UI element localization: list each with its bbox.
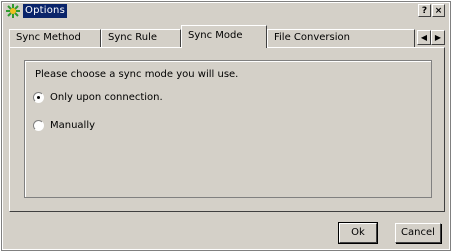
left-arrow-icon[interactable]: ◀ <box>417 30 431 45</box>
tab-label: File Conversion <box>274 32 350 43</box>
tab-label: Sync Mode <box>188 30 243 41</box>
tab-label: Sync Rule <box>108 32 158 43</box>
tab-sync-mode[interactable]: Sync Mode <box>181 25 267 48</box>
radio-manually[interactable]: Manually <box>33 119 95 133</box>
app-icon <box>6 4 20 18</box>
close-button[interactable]: × <box>432 4 445 17</box>
radio-only-upon-connection[interactable]: Only upon connection. <box>33 91 163 105</box>
tab-sync-method[interactable]: Sync Method <box>9 29 101 47</box>
sync-mode-prompt: Please choose a sync mode you will use. <box>35 69 239 80</box>
tab-sync-rule[interactable]: Sync Rule <box>101 29 181 47</box>
ok-button[interactable]: Ok <box>338 222 378 244</box>
radio-label: Manually <box>50 120 96 131</box>
radio-selected-icon[interactable] <box>33 91 44 103</box>
radio-unselected-icon[interactable] <box>33 119 44 131</box>
right-arrow-icon[interactable]: ▶ <box>431 30 445 45</box>
window-title: Options <box>23 4 67 18</box>
tab-label: Sync Method <box>16 32 81 43</box>
sync-mode-group: Please choose a sync mode you will use. … <box>24 60 432 198</box>
cancel-button[interactable]: Cancel <box>395 223 441 243</box>
tab-scroll-buttons: ◀ ▶ <box>417 30 445 45</box>
options-dialog: Options ? × Sync Method Sync Rule Sync M… <box>1 1 451 251</box>
help-button[interactable]: ? <box>418 4 431 17</box>
tab-file-conversion[interactable]: File Conversion <box>267 29 415 47</box>
sync-mode-panel: Please choose a sync mode you will use. … <box>9 47 445 212</box>
tab-strip: Sync Method Sync Rule Sync Mode File Con… <box>9 25 445 48</box>
radio-label: Only upon connection. <box>50 92 163 103</box>
title-bar[interactable]: Options ? × <box>3 3 449 19</box>
